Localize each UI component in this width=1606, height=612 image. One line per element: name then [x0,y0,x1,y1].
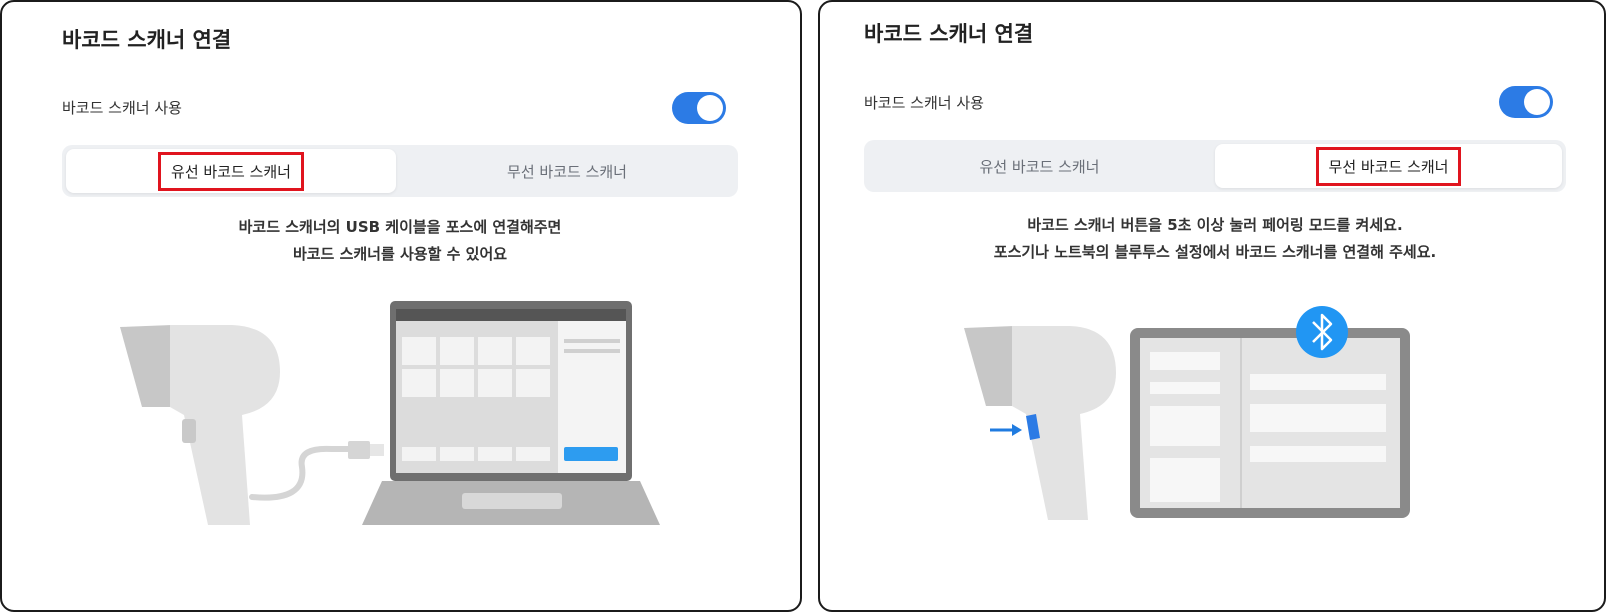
page-title: 바코드 스캐너 연결 [62,28,232,52]
page-title: 바코드 스캐너 연결 [864,22,1034,46]
wireless-scanner-panel: 바코드 스캐너 연결 바코드 스캐너 사용 유선 바코드 스캐너 무선 바코드 … [818,0,1606,612]
wireless-tab-label: 무선 바코드 스캐너 [507,162,627,181]
wired-connection-illustration [120,301,660,525]
bluetooth-icon [1296,306,1348,358]
usb-plug-icon [348,441,370,459]
instruction-text: 바코드 스캐너 버튼을 5초 이상 눌러 페어링 모드를 켜세요. 포스기나 노… [864,212,1566,266]
instruction-line-1: 바코드 스캐너 버튼을 5초 이상 눌러 페어링 모드를 켜세요. [1027,216,1403,234]
wired-tab-label: 유선 바코드 스캐너 [158,151,304,191]
connection-type-segmented-control: 유선 바코드 스캐너 무선 바코드 스캐너 [864,140,1566,192]
arrow-right-icon [990,424,1022,436]
scanner-use-toggle[interactable] [672,92,726,124]
tab-wireless-scanner[interactable]: 무선 바코드 스캐너 [1215,144,1562,188]
tablet-icon [1130,328,1410,518]
toggle-knob [697,95,723,121]
scanner-use-label: 바코드 스캐너 사용 [864,94,984,112]
scanner-use-toggle[interactable] [1499,86,1553,118]
toggle-knob [1524,89,1550,115]
instruction-line-2: 바코드 스캐너를 사용할 수 있어요 [292,245,508,263]
wired-tab-label: 유선 바코드 스캐너 [979,157,1100,176]
instruction-text: 바코드 스캐너의 USB 케이블을 포스에 연결해주면 바코드 스캐너를 사용할… [62,214,738,268]
barcode-scanner-icon [964,326,1116,520]
laptop-icon [362,301,660,525]
instruction-line-1: 바코드 스캐너의 USB 케이블을 포스에 연결해주면 [238,218,562,236]
wired-scanner-panel: 바코드 스캐너 연결 바코드 스캐너 사용 유선 바코드 스캐너 무선 바코드 … [0,0,802,612]
scanner-use-label: 바코드 스캐너 사용 [62,99,182,117]
tab-wired-scanner[interactable]: 유선 바코드 스캐너 [66,149,396,193]
instruction-line-2: 포스기나 노트북의 블루투스 설정에서 바코드 스캐너를 연결해 주세요. [993,243,1437,261]
tab-wired-scanner[interactable]: 유선 바코드 스캐너 [868,144,1211,188]
wireless-tab-label: 무선 바코드 스캐너 [1315,146,1462,186]
connection-type-segmented-control: 유선 바코드 스캐너 무선 바코드 스캐너 [62,145,738,197]
tab-wireless-scanner[interactable]: 무선 바코드 스캐너 [400,149,734,193]
wireless-connection-illustration [964,306,1410,520]
